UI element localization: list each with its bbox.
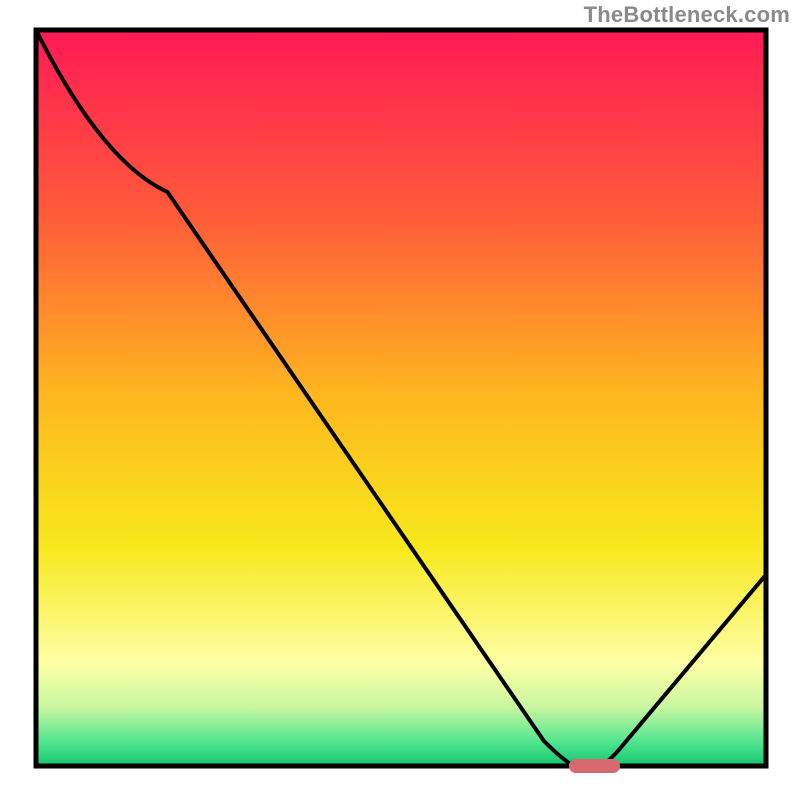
optimal-range-marker [569, 759, 620, 773]
chart-container: TheBottleneck.com [0, 0, 800, 800]
bottleneck-chart [0, 0, 800, 800]
plot-background [36, 30, 766, 766]
